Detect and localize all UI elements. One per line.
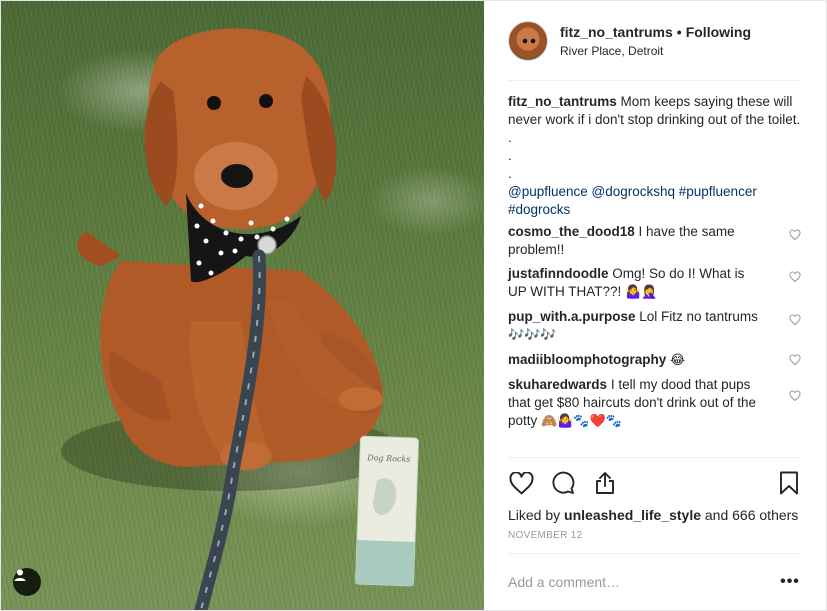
comment-item: pup_with.a.purpose Lol Fitz no tantrums … [508,308,802,345]
more-icon[interactable]: ••• [778,570,802,594]
comment-text: skuharedwards I tell my dood that pups t… [508,376,788,431]
bookmark-icon[interactable] [776,470,802,496]
caption-hashtags[interactable]: @pupfluence @dogrockshq #pupfluencer #do… [508,183,802,219]
comment-emoji: 🙈🤷‍♀️🐾❤️🐾 [541,414,622,429]
svg-text:Dog Rocks: Dog Rocks [366,453,410,464]
comment-like-icon[interactable] [788,223,802,241]
comment-text: cosmo_the_dood18 I have the same problem… [508,223,788,259]
comment-text: justafinndoodle Omg! So do I! What is UP… [508,265,788,302]
comment-username[interactable]: cosmo_the_dood18 [508,224,635,239]
user-tag-icon[interactable] [13,568,41,596]
product-packet: Dog Rocks [355,435,419,587]
header-text: fitz_no_tantrums • Following River Place, … [560,21,751,60]
caption-dot: . [508,166,512,181]
author-username[interactable]: fitz_no_tantrums [560,24,673,40]
post-actions-section: Liked by unleashed_life_style and 666 ot… [508,457,802,553]
comment-text: madiibloomphotography 😂 [508,351,788,370]
dog-illustration: Dog Rocks [61,28,419,610]
caption-dot: . [508,130,512,145]
comment-item: madiibloomphotography 😂 [508,351,802,370]
comments-list: fitz_no_tantrums Mom keeps saying these … [484,81,826,457]
add-comment-bar: ••• [508,553,802,610]
caption: fitz_no_tantrums Mom keeps saying these … [508,93,802,219]
likes-prefix: Liked by [508,507,561,523]
share-icon[interactable] [592,470,618,496]
comment-input[interactable] [508,574,778,590]
comment-like-icon[interactable] [788,376,802,402]
comment-emoji: 🤷‍♀️🤦‍♀️ [625,285,658,300]
comment-body: Lol Fitz no tantrums [639,309,758,324]
location-link[interactable]: River Place, Detroit [560,42,751,60]
caption-username[interactable]: fitz_no_tantrums [508,94,617,109]
comment-icon[interactable] [550,470,576,496]
comment-username[interactable]: madiibloomphotography [508,352,666,367]
comment-text: pup_with.a.purpose Lol Fitz no tantrums … [508,308,788,345]
comment-item: skuharedwards I tell my dood that pups t… [508,376,802,431]
liker-username[interactable]: unleashed_life_style [564,507,701,523]
comment-item: justafinndoodle Omg! So do I! What is UP… [508,265,802,302]
heart-icon[interactable] [508,470,534,496]
post-header: fitz_no_tantrums • Following River Place, … [508,1,802,81]
likes-summary: Liked by unleashed_life_style and 666 ot… [508,506,802,524]
post-side-panel: fitz_no_tantrums • Following River Place, … [484,1,826,610]
likes-others[interactable]: and 666 others [705,507,798,523]
comment-emoji: 🎶🎶🎶 [508,328,557,343]
caption-dot: . [508,148,512,163]
following-button[interactable]: Following [686,24,751,40]
action-bar [508,458,802,504]
comment-like-icon[interactable] [788,265,802,283]
comment-username[interactable]: justafinndoodle [508,266,609,281]
header-line: fitz_no_tantrums • Following [560,23,751,41]
post-photo[interactable]: Dog Rocks [1,1,484,610]
comment-item: cosmo_the_dood18 I have the same problem… [508,223,802,259]
avatar[interactable] [508,21,548,61]
comment-like-icon[interactable] [788,351,802,366]
comment-username[interactable]: pup_with.a.purpose [508,309,636,324]
comment-like-icon[interactable] [788,308,802,326]
post-date[interactable]: NOVEMBER 12 [508,530,802,541]
comment-emoji: 😂 [670,353,686,368]
instagram-post: Dog Rocks fitz_no_tantrums • Following Riv… [0,0,827,611]
comment-username[interactable]: skuharedwards [508,377,607,392]
header-separator: • [676,24,682,40]
